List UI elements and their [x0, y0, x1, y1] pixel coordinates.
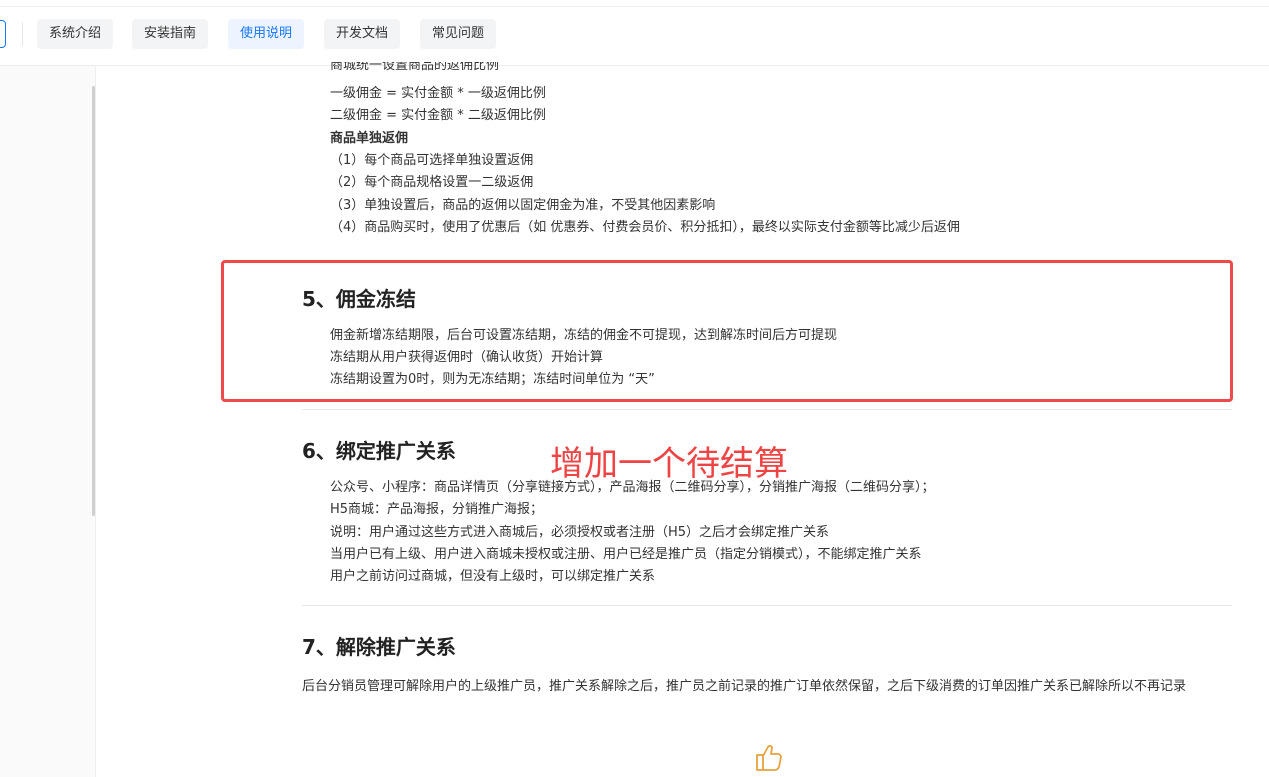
top-border	[0, 0, 1269, 7]
text-line: H5商城：产品海报，分销推广海报；	[330, 502, 544, 517]
tab-usage-guide[interactable]: 使用说明	[228, 19, 305, 49]
section-divider	[302, 605, 1232, 606]
tab-system-intro[interactable]: 系统介绍	[37, 19, 114, 49]
paragraph: 后台分销员管理可解除用户的上级推广员，推广关系解除之后，推广员之前记录的推广订单…	[302, 679, 1187, 694]
text-line: 用户之前访问过商城，但没有上级时，可以绑定推广关系	[330, 569, 656, 584]
annotation-text: 增加一个待结算	[550, 444, 788, 484]
text-line: 一级佣金 = 实付金额 * 一级返佣比例	[330, 86, 546, 101]
sidebar	[0, 66, 96, 777]
tab-dev-docs[interactable]: 开发文档	[324, 19, 401, 49]
nav-divider	[22, 22, 23, 46]
text-line: 二级佣金 = 实付金额 * 二级返佣比例	[330, 108, 546, 123]
text-line: 佣金新增冻结期限，后台可设置冻结期，冻结的佣金不可提现，达到解冻时间后方可提现	[330, 328, 838, 343]
text-line: 当用户已有上级、用户进入商城未授权或注册、用户已经是推广员（指定分销模式），不能…	[330, 547, 922, 562]
list-item: （1）每个商品可选择单独设置返佣	[330, 153, 534, 168]
tab-faq[interactable]: 常见问题	[420, 19, 497, 49]
clipped-text-line: 商城统一设置商品的返佣比例	[330, 62, 500, 73]
sidebar-scrollbar[interactable]	[92, 86, 95, 516]
list-item: （4）商品购买时，使用了优惠后（如 优惠券、付费会员价、积分抵扣），最终以实际支…	[330, 220, 960, 235]
text-line: 冻结期设置为0时，则为无冻结期；冻结时间单位为 “天”	[330, 372, 655, 387]
section-divider	[302, 409, 1232, 410]
tab-install-guide[interactable]: 安装指南	[132, 19, 209, 49]
text-line: 公众号、小程序：商品详情页（分享链接方式），产品海报（二维码分享），分销推广海报…	[330, 480, 935, 495]
list-item: （3）单独设置后，商品的返佣以固定佣金为准，不受其他因素影响	[330, 198, 716, 213]
subheading: 商品单独返佣	[330, 131, 409, 146]
text-line: 冻结期从用户获得返佣时（确认收货）开始计算	[330, 350, 604, 365]
section-title-commission-freeze: 5、佣金冻结	[302, 287, 416, 311]
thumbs-up-icon[interactable]	[754, 741, 784, 773]
section-title-remove-promotion: 7、解除推广关系	[302, 635, 456, 659]
text-line: 说明：用户通过这些方式进入商城后，必须授权或者注册（H5）之后才会绑定推广关系	[330, 525, 830, 540]
section-title-bind-promotion: 6、绑定推广关系	[302, 439, 456, 463]
list-item: （2）每个商品规格设置一二级返佣	[330, 175, 534, 190]
top-navigation-bar: 系统介绍 安装指南 使用说明 开发文档 常见问题	[0, 0, 1269, 66]
collapse-button[interactable]	[0, 20, 6, 48]
